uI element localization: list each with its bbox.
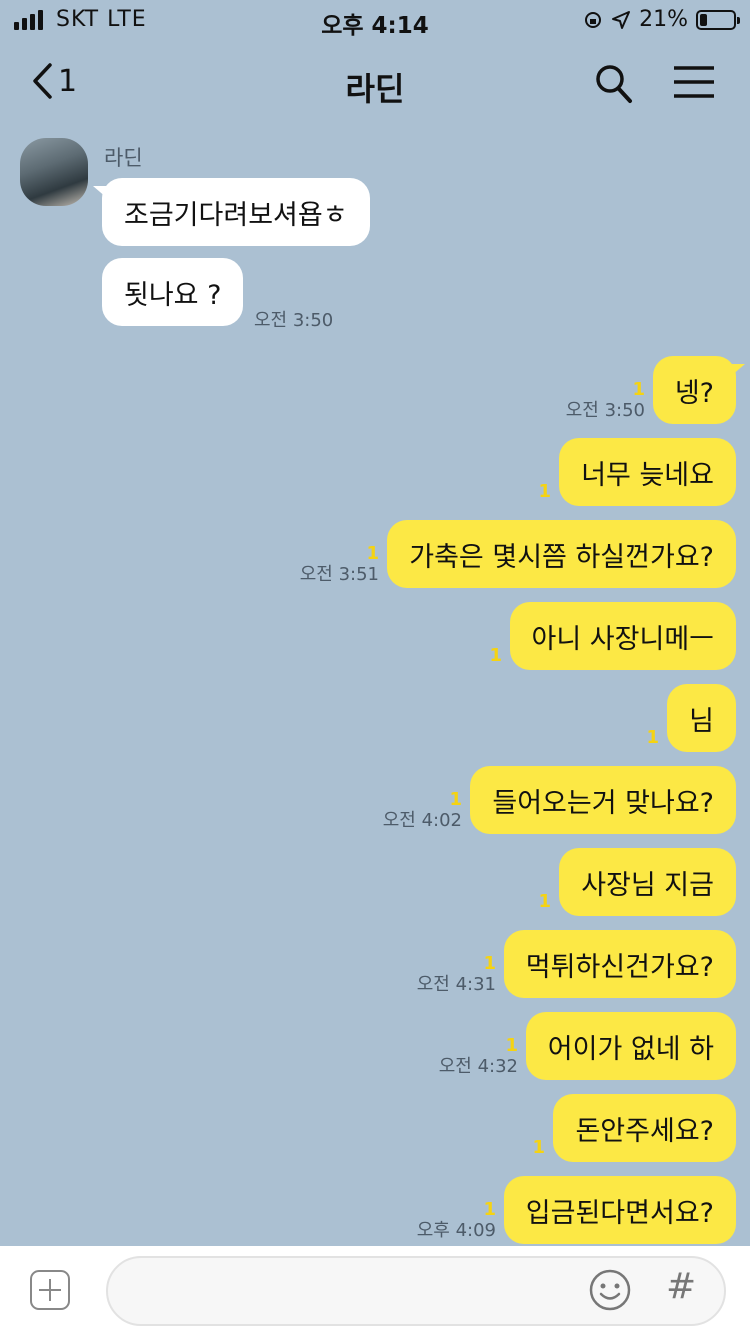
message-meta: 1 bbox=[538, 482, 551, 502]
outgoing-message[interactable]: 넹? bbox=[652, 356, 746, 424]
location-arrow-icon bbox=[612, 10, 631, 29]
battery-icon bbox=[696, 9, 740, 30]
outgoing-message[interactable]: 사장님 지금 bbox=[559, 848, 736, 916]
unread-count: 1 bbox=[483, 953, 496, 974]
message-time: 오전 4:32 bbox=[438, 1056, 518, 1077]
avatar[interactable] bbox=[20, 138, 88, 206]
message-meta: 1 오전 3:50 bbox=[566, 380, 645, 422]
orientation-lock-icon bbox=[585, 11, 602, 28]
unread-count: 1 bbox=[483, 1199, 496, 1220]
unread-count: 1 bbox=[646, 727, 659, 748]
outgoing-message[interactable]: 돈안주세요? bbox=[553, 1094, 736, 1162]
incoming-message[interactable]: 됫나요 ? bbox=[102, 258, 244, 326]
menu-icon bbox=[674, 66, 714, 98]
outgoing-message[interactable]: 입금된다면서요? bbox=[503, 1176, 736, 1244]
status-bar: SKT LTE 오후 4:14 21% bbox=[0, 0, 750, 40]
outgoing-message[interactable]: 들어오는거 맞나요? bbox=[470, 766, 736, 834]
search-icon bbox=[596, 65, 632, 103]
outgoing-message[interactable]: 아니 사장니메ㅡ bbox=[509, 602, 736, 670]
incoming-message[interactable]: 조금기다려보셔욥ㅎ bbox=[93, 178, 370, 246]
chat-header: 1 라딘 bbox=[0, 44, 750, 124]
hash-icon[interactable]: # bbox=[666, 1266, 696, 1307]
outgoing-message[interactable]: 어이가 없네 하 bbox=[525, 1012, 736, 1080]
outgoing-message[interactable]: 먹튀하신건가요? bbox=[503, 930, 736, 998]
message-meta: 1 오전 4:31 bbox=[417, 954, 496, 996]
unread-count: 1 bbox=[538, 891, 551, 912]
message-time: 오전 3:50 bbox=[254, 310, 334, 331]
message-meta: 1 bbox=[489, 646, 502, 666]
chat-title: 라딘 bbox=[345, 70, 405, 108]
message-meta: 1 bbox=[532, 1138, 545, 1158]
search-button[interactable] bbox=[594, 62, 634, 108]
unread-count: 1 bbox=[505, 1035, 518, 1056]
unread-chats-count: 1 bbox=[58, 63, 78, 99]
message-time: 오전 4:02 bbox=[382, 810, 462, 831]
message-time: 오전 3:50 bbox=[565, 400, 645, 421]
message-meta: 1 오전 3:51 bbox=[300, 544, 379, 586]
message-input[interactable] bbox=[106, 1256, 726, 1326]
message-input-bar: # bbox=[0, 1246, 750, 1334]
message-time: 오전 3:51 bbox=[299, 564, 379, 585]
unread-count: 1 bbox=[632, 379, 645, 400]
message-time: 오전 4:31 bbox=[416, 974, 496, 995]
message-meta: 1 bbox=[538, 892, 551, 912]
message-meta: 1 오후 4:09 bbox=[417, 1200, 496, 1242]
chevron-left-icon bbox=[33, 63, 52, 99]
message-time: 오후 4:09 bbox=[416, 1220, 496, 1241]
outgoing-message[interactable]: 님 bbox=[667, 684, 736, 752]
menu-button[interactable] bbox=[672, 62, 716, 106]
unread-count: 1 bbox=[489, 645, 502, 666]
message-meta: 1 오전 4:32 bbox=[439, 1036, 518, 1078]
unread-count: 1 bbox=[449, 789, 462, 810]
unread-count: 1 bbox=[532, 1137, 545, 1158]
status-right: 21% bbox=[583, 7, 740, 32]
battery-percent: 21% bbox=[639, 7, 688, 32]
back-button[interactable]: 1 bbox=[30, 62, 77, 100]
outgoing-message[interactable]: 가축은 몇시쯤 하실껀가요? bbox=[387, 520, 736, 588]
unread-count: 1 bbox=[366, 543, 379, 564]
message-meta: 1 오전 4:02 bbox=[383, 790, 462, 832]
outgoing-message[interactable]: 너무 늦네요 bbox=[559, 438, 736, 506]
plus-icon[interactable] bbox=[30, 1270, 70, 1310]
unread-count: 1 bbox=[538, 481, 551, 502]
sender-name: 라딘 bbox=[104, 146, 143, 170]
message-meta: 1 bbox=[646, 728, 659, 748]
emoji-button[interactable] bbox=[588, 1268, 632, 1316]
emoji-icon bbox=[589, 1269, 631, 1311]
